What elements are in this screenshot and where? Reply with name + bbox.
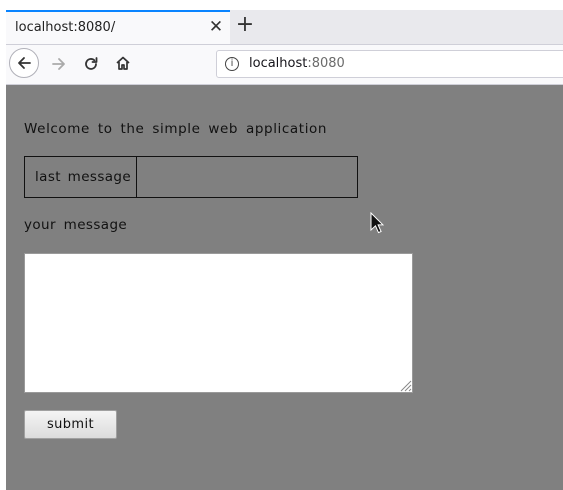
url-host: localhost bbox=[249, 56, 308, 71]
plus-icon[interactable]: + bbox=[234, 14, 256, 36]
url-port: :8080 bbox=[307, 56, 345, 71]
reload-icon[interactable] bbox=[83, 56, 99, 72]
home-icon[interactable] bbox=[115, 55, 131, 71]
welcome-heading: Welcome to the simple web application bbox=[24, 121, 328, 137]
url-bar[interactable]: i localhost:8080 bbox=[216, 50, 563, 78]
mouse-pointer-icon bbox=[370, 212, 384, 234]
close-icon[interactable]: ✕ bbox=[207, 18, 225, 36]
arrow-right-icon[interactable] bbox=[51, 56, 67, 72]
last-message-label-cell: last message bbox=[25, 157, 137, 197]
message-textarea[interactable] bbox=[24, 253, 413, 393]
info-icon[interactable]: i bbox=[225, 57, 239, 71]
page-content: Welcome to the simple web application la… bbox=[6, 85, 563, 490]
tab-localhost[interactable]: localhost:8080/ ✕ bbox=[6, 10, 230, 44]
tab-title: localhost:8080/ bbox=[15, 20, 116, 35]
resize-grip-icon[interactable] bbox=[396, 376, 412, 392]
last-message-label: last message bbox=[35, 169, 132, 185]
tab-bar: localhost:8080/ ✕ + bbox=[6, 10, 563, 45]
back-button[interactable] bbox=[9, 48, 39, 78]
your-message-label: your message bbox=[24, 217, 128, 233]
last-message-table: last message bbox=[24, 156, 358, 198]
last-message-value bbox=[137, 157, 357, 197]
navigation-bar: i localhost:8080 bbox=[6, 45, 563, 85]
url-text: localhost:8080 bbox=[249, 56, 345, 71]
submit-button[interactable]: submit bbox=[24, 410, 117, 439]
arrow-left-icon bbox=[18, 57, 31, 69]
